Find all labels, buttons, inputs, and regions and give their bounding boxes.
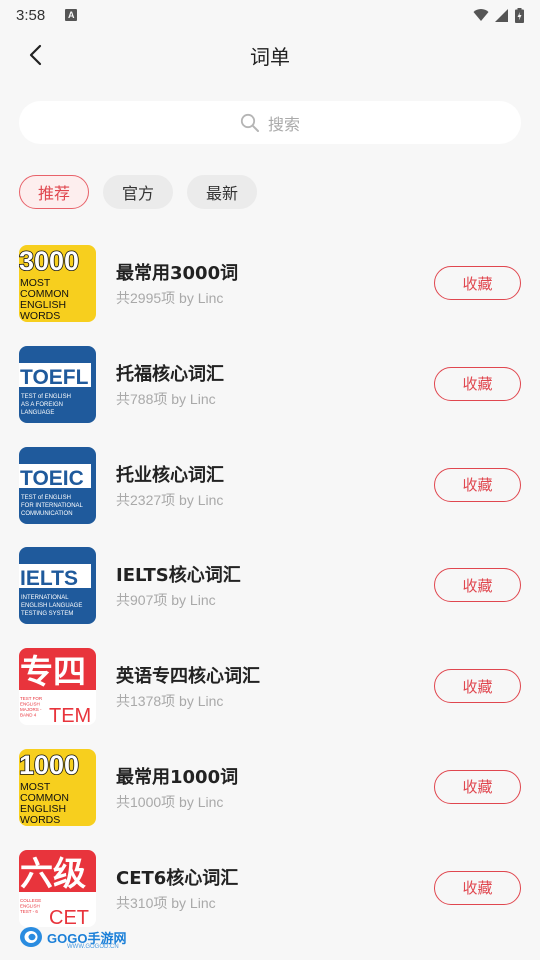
wordlist-cover: 专四 TEST FOR ENGLISH MAJORS - BAND 4 TEM <box>19 648 96 726</box>
search-icon <box>240 113 259 132</box>
favorite-button[interactable]: 收藏 <box>434 870 521 905</box>
cover-text: TOEFL <box>20 366 89 389</box>
wordlist-cover-image: TOEIC TEST of ENGLISH FOR INTERNATIONAL COM… <box>19 446 96 524</box>
wordlist-title: 最常用3000词 <box>116 263 239 284</box>
cover-number: 1000 <box>19 750 79 780</box>
wordlist-subtitle: 共2327项 by Linc <box>116 491 224 508</box>
wordlist-cover-image: 1000MOSTCOMMONENGLISHWORDS <box>19 748 96 826</box>
wordlist-cover-image: 3000MOSTCOMMONENGLISHWORDS <box>19 245 96 322</box>
cover-text: COLLEGE <box>20 898 41 903</box>
keyboard-indicator-icon: A <box>65 9 78 21</box>
wordlist-title: IELTS核心词汇 <box>116 565 241 587</box>
wordlist-subtitle: 共907项 by Linc <box>116 592 216 609</box>
wordlist-title: 最常用1000词 <box>116 766 239 788</box>
wordlist-subtitle: 共310项 by Linc <box>116 894 216 911</box>
battery-icon <box>515 7 524 23</box>
wordlist-title: CET6核心词汇 <box>116 867 239 889</box>
cover-text: TOEIC <box>20 467 84 490</box>
cover-text: ENGLISH <box>20 903 40 908</box>
cover-text: INTERNATIONAL <box>21 595 69 601</box>
cover-text: TEM <box>49 705 91 725</box>
cover-text: CET <box>49 907 89 927</box>
cover-text: 六级 <box>20 854 86 893</box>
wordlist-list: 3000 MOST COMMON ENGLISH WORDS 最常用3000词共2995项… <box>0 245 540 951</box>
favorite-button[interactable]: 收藏 <box>434 467 521 502</box>
cover-text: MAJORS - <box>20 707 42 712</box>
favorite-button[interactable]: 收藏 <box>434 568 521 603</box>
cellular-signal-icon <box>495 8 508 22</box>
cover-text: AS A FOREIGN <box>21 402 63 408</box>
status-icons <box>473 7 524 23</box>
search-input[interactable]: 搜索 <box>19 101 521 144</box>
cover-number: 3000 <box>19 246 79 276</box>
page-title: 词单 <box>250 44 290 69</box>
cover-text: TEST - 6 <box>20 909 38 914</box>
list-item[interactable]: 专四 TEST FOR ENGLISH MAJORS - BAND 4 TEM 英语专四核心… <box>0 648 540 749</box>
cover-text: LANGUAGE <box>21 410 54 416</box>
chevron-left-icon <box>29 44 42 66</box>
cover-text: TEST FOR <box>20 696 43 701</box>
status-time: 3:58 <box>16 6 46 24</box>
favorite-button[interactable]: 收藏 <box>434 266 521 300</box>
wordlist-subtitle: 共2995项 by Linc <box>116 290 224 306</box>
cover-text: TESTING SYSTEM <box>21 611 73 617</box>
tab-0[interactable]: 推荐 <box>19 175 90 209</box>
cover-text: 专四 <box>20 652 86 691</box>
list-item[interactable]: 3000 MOST COMMON ENGLISH WORDS 最常用3000词共2995项… <box>0 245 540 346</box>
wordlist-subtitle: 共788项 by Linc <box>116 390 216 407</box>
favorite-button[interactable]: 收藏 <box>434 769 521 804</box>
wordlist-cover: 3000 MOST COMMON ENGLISH WORDS <box>19 245 96 322</box>
wordlist-cover: IELTS INTERNATIONAL ENGLISH LANGUAGE TESTIN… <box>19 547 96 625</box>
filter-tabs: 推荐 官方 最新 <box>19 175 258 210</box>
gogo-logo-icon <box>20 927 42 947</box>
wordlist-subtitle: 共1000项 by Linc <box>116 793 224 810</box>
tab-2[interactable]: 最新 <box>187 175 258 209</box>
list-item[interactable]: TOEFL TEST of ENGLISH AS A FOREIGN LANGUAGE… <box>0 345 540 447</box>
wordlist-cover-image: IELTS INTERNATIONAL ENGLISH LANGUAGE TESTIN… <box>19 547 96 625</box>
app-header: 词单 <box>0 30 540 80</box>
site-watermark: GOGO手游网 WWW.GOGOD.CN <box>19 925 126 950</box>
wordlist-title: 英语专四核心词汇 <box>116 666 260 688</box>
cover-text: BAND 4 <box>20 713 37 718</box>
list-item[interactable]: TOEIC TEST of ENGLISH FOR INTERNATIONAL COM… <box>0 446 540 548</box>
wordlist-cover: 1000 MOST COMMON ENGLISH WORDS <box>19 748 96 826</box>
cover-text: WORDS <box>20 814 60 826</box>
favorite-button[interactable]: 收藏 <box>434 669 521 704</box>
cover-text: TEST of ENGLISH <box>21 394 71 400</box>
wordlist-cover-image: TOEFL TEST of ENGLISH AS A FOREIGN LANGUAGE <box>19 345 96 423</box>
cover-text: FOR INTERNATIONAL <box>21 503 84 509</box>
back-button[interactable] <box>18 38 52 72</box>
wordlist-cover-image: 六级 COLLEGEENGLISHTEST - 6 CET <box>19 849 96 927</box>
wifi-icon <box>473 8 489 21</box>
wordlist-cover-image: 专四 TEST FORENGLISHMAJORS -BAND 4 TEM <box>19 648 96 726</box>
wordlist-subtitle: 共1378项 by Linc <box>116 693 224 710</box>
search-placeholder: 搜索 <box>267 114 300 134</box>
cover-text: TEST of ENGLISH <box>21 495 71 501</box>
watermark-url: WWW.GOGOD.CN <box>67 944 119 950</box>
wordlist-cover: TOEFL TEST of ENGLISH AS A FOREIGN LANGUAGE <box>19 345 96 423</box>
wordlist-cover: 六级 COLLEGE ENGLISH TEST - 6 CET <box>19 849 96 927</box>
wordlist-title: 托业核心词汇 <box>116 464 224 486</box>
list-item[interactable]: 1000 MOST COMMON ENGLISH WORDS 最常用1000词共1000项… <box>0 748 540 850</box>
cover-text: ENGLISH <box>20 702 40 707</box>
wordlist-title: 托福核心词汇 <box>116 363 224 385</box>
wordlist-cover: TOEIC TEST of ENGLISH FOR INTERNATIONAL COM… <box>19 446 96 524</box>
cover-text: WORDS <box>20 310 60 322</box>
cover-text: ENGLISH LANGUAGE <box>21 603 82 609</box>
status-bar: 3:58 A <box>0 0 540 30</box>
favorite-button[interactable]: 收藏 <box>434 366 521 401</box>
tab-1[interactable]: 官方 <box>103 175 174 209</box>
list-item[interactable]: IELTS INTERNATIONAL ENGLISH LANGUAGE TESTIN… <box>0 547 540 648</box>
cover-text: IELTS <box>20 567 78 590</box>
cover-text: COMMUNICATION <box>21 511 73 517</box>
